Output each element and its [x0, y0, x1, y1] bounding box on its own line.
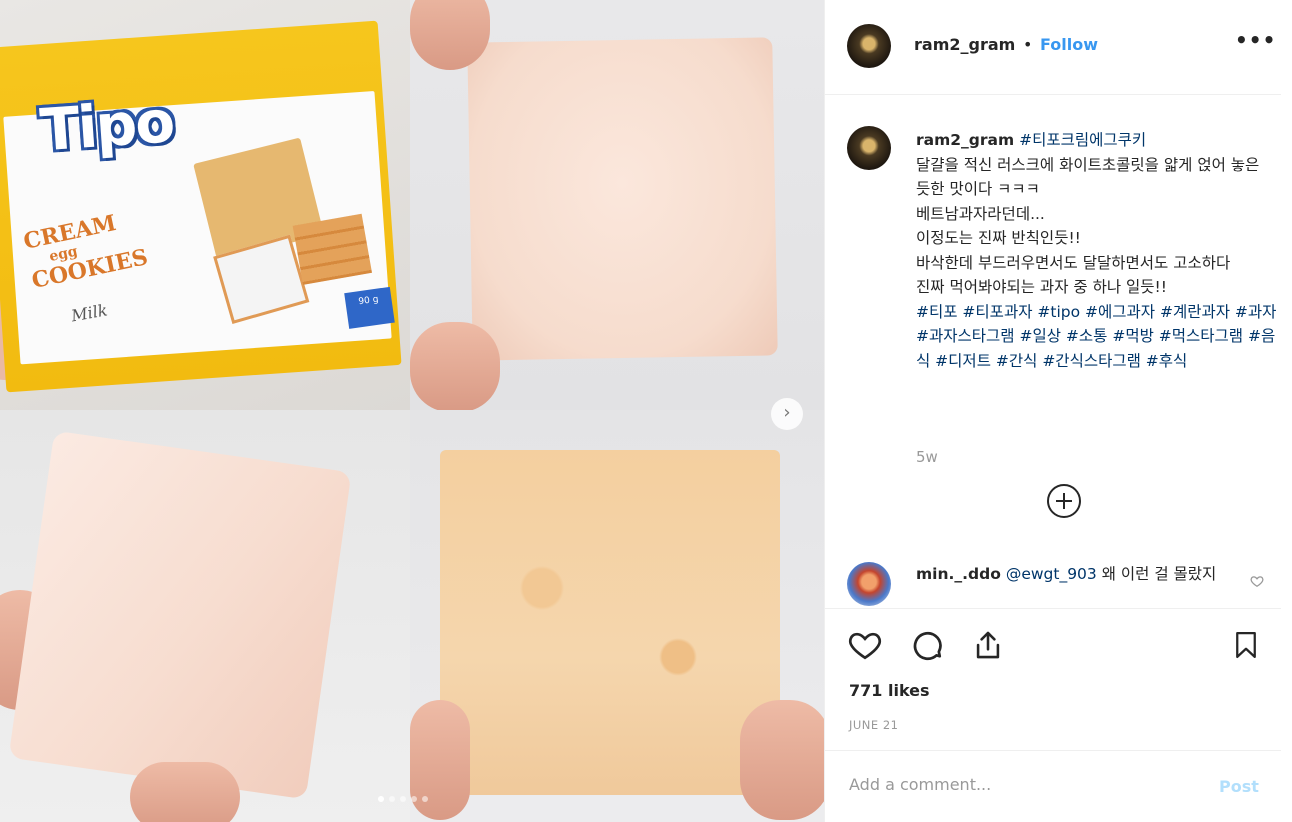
comment-username[interactable]: min._.ddo — [916, 565, 1001, 583]
tipo-box-graphic: Tipo CREAM egg COOKIES Milk 90 g — [0, 20, 402, 393]
carousel-dot — [378, 796, 384, 802]
cookie-graphic — [8, 430, 352, 800]
avatar[interactable] — [847, 562, 891, 606]
share-icon[interactable] — [971, 627, 1005, 663]
avatar[interactable] — [847, 24, 891, 68]
photo-cookie-side — [0, 410, 410, 822]
add-comment-bar: Post — [825, 750, 1281, 822]
caption-hashtags[interactable]: #티포 #티포과자 #tipo #에그과자 #계란과자 #과자 #과자스타그램 … — [916, 300, 1278, 374]
carousel-next-button[interactable]: › — [771, 398, 803, 430]
post-side-panel: ram2_gram • Follow ••• ram2_gram #티포크림에그… — [824, 0, 1292, 822]
finger-graphic — [740, 700, 824, 820]
caption-line: 바삭한데 부드러우면서도 달달하면서도 고소하다 — [916, 253, 1231, 272]
comment-bubble-icon[interactable] — [909, 627, 945, 663]
post-actions: 771 likes JUNE 21 — [825, 608, 1281, 748]
carousel-dots — [378, 796, 428, 802]
box-weight-badge: 90 g — [344, 286, 395, 329]
post-header: ram2_gram • Follow ••• — [825, 0, 1281, 95]
follow-button[interactable]: Follow — [1040, 35, 1098, 54]
comment: min._.ddo @ewgt_903 왜 이런 걸 몰랐지 — [916, 562, 1246, 586]
comment-body: 왜 이런 걸 몰랐지 — [1101, 565, 1217, 583]
photo-product-box: Tipo CREAM egg COOKIES Milk 90 g — [0, 0, 410, 410]
caption-line: 이정도는 진짜 반칙인듯!! — [916, 229, 1081, 247]
separator-dot: • — [1023, 35, 1033, 54]
avatar[interactable] — [847, 126, 891, 170]
comment-input[interactable] — [849, 775, 1179, 794]
post-comment-button[interactable]: Post — [1219, 777, 1259, 796]
photo-cookie-front — [410, 0, 824, 410]
finger-graphic — [410, 322, 500, 410]
post-date: JUNE 21 — [849, 718, 899, 732]
caption-username[interactable]: ram2_gram — [916, 131, 1014, 149]
carousel-dot — [389, 796, 395, 802]
comments-section[interactable]: ram2_gram #티포크림에그쿠키 달걀을 적신 러스크에 화이트초콜릿을 … — [825, 96, 1281, 608]
cookie-graphic — [467, 37, 778, 361]
post-username[interactable]: ram2_gram — [914, 35, 1015, 54]
carousel-dot — [411, 796, 417, 802]
finger-graphic — [410, 700, 470, 820]
caption-line: 진짜 먹어봐야되는 과자 중 하나 일듯!! — [916, 278, 1167, 296]
comment-mention[interactable]: @ewgt_903 — [1006, 565, 1097, 583]
carousel-dot — [400, 796, 406, 802]
likes-count[interactable]: 771 likes — [849, 681, 930, 700]
caption: ram2_gram #티포크림에그쿠키 달걀을 적신 러스크에 화이트초콜릿을 … — [916, 128, 1278, 373]
load-more-comments-icon[interactable] — [1047, 484, 1081, 518]
tipo-logo: Tipo — [37, 87, 176, 165]
more-options-button[interactable]: ••• — [1235, 28, 1276, 52]
caption-line: 베트남과자라던데... — [916, 204, 1045, 223]
caption-timestamp: 5w — [916, 448, 938, 466]
photo-cookie-inside — [410, 410, 824, 822]
save-bookmark-icon[interactable] — [1231, 627, 1261, 663]
caption-title-hashtag[interactable]: #티포크림에그쿠키 — [1019, 131, 1146, 149]
caption-line: 달걀을 적신 러스크에 화이트초콜릿을 얇게 얹어 놓은 듯한 맛이다 ㅋㅋㅋ — [916, 155, 1260, 199]
post-media[interactable]: Tipo CREAM egg COOKIES Milk 90 g › — [0, 0, 824, 822]
comment-like-heart-icon[interactable] — [1250, 574, 1264, 588]
finger-graphic — [130, 762, 240, 822]
carousel-dot — [422, 796, 428, 802]
like-heart-icon[interactable] — [847, 627, 883, 663]
cookie-stack-graphic — [292, 213, 373, 285]
cookie-graphic — [440, 450, 780, 795]
